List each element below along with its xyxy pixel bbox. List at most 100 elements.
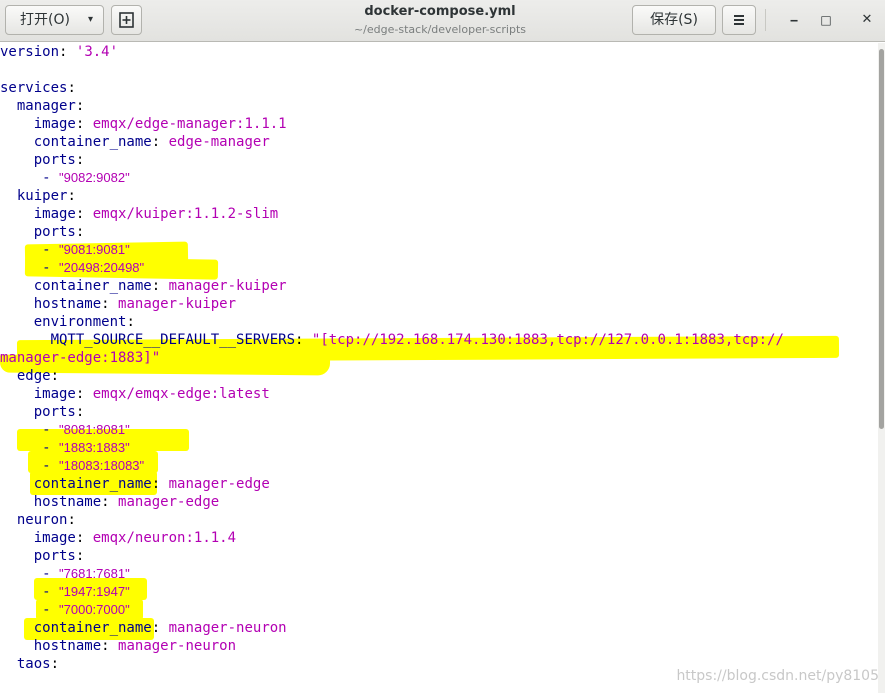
document-path: ~/edge-stack/developer-scripts: [353, 23, 527, 36]
code-line: - "1947:1947": [0, 583, 784, 601]
yaml-dash: -: [42, 242, 60, 258]
code-line: hostname: manager-edge: [0, 493, 784, 511]
yaml-colon: :: [75, 404, 85, 420]
yaml-list-item: "20498:20498": [59, 260, 145, 275]
yaml-value: manager-kuiper: [118, 296, 237, 312]
code-line: container_name: manager-neuron: [0, 619, 784, 637]
yaml-key: manager: [16, 98, 76, 114]
code-line: edge:: [0, 367, 784, 385]
code-line: - "9082:9082": [0, 169, 784, 187]
yaml-value: manager-kuiper: [168, 278, 287, 294]
yaml-colon: :: [50, 368, 60, 384]
yaml-key: kuiper: [16, 188, 68, 204]
yaml-colon: :: [151, 476, 161, 492]
yaml-key: hostname: [33, 494, 102, 510]
yaml-list-item: "7681:7681": [59, 566, 130, 581]
yaml-colon: :: [151, 278, 161, 294]
yaml-key: ports: [33, 404, 76, 420]
code-line: container_name: manager-edge: [0, 475, 784, 493]
yaml-dash: -: [42, 260, 60, 276]
yaml-key: image: [33, 116, 76, 132]
yaml-colon: :: [101, 638, 110, 654]
scrollbar-thumb[interactable]: [879, 49, 884, 429]
code-line: image: emqx/edge-manager:1.1.1: [0, 115, 784, 133]
yaml-key: taos: [16, 656, 51, 672]
yaml-value: emqx/kuiper:1.1.2-slim: [92, 206, 279, 222]
new-document-button[interactable]: [111, 5, 142, 35]
yaml-colon: :: [75, 530, 85, 546]
header-bar: 打开(O) ▾ docker-compose.yml ~/edge-stack/…: [0, 0, 885, 42]
close-icon[interactable]: ✕: [855, 8, 879, 32]
yaml-dash: -: [42, 422, 60, 438]
code-line: version: '3.4': [0, 43, 784, 61]
yaml-value: emqx/emqx-edge:latest: [92, 386, 270, 402]
new-document-icon: [119, 12, 134, 28]
maximize-icon[interactable]: □: [814, 8, 838, 32]
yaml-value: manager-neuron: [118, 638, 237, 654]
hamburger-menu-icon: [734, 15, 744, 25]
yaml-key: ports: [33, 152, 76, 168]
yaml-colon: :: [295, 332, 304, 348]
yaml-key: services: [0, 80, 68, 96]
yaml-colon: :: [101, 494, 110, 510]
code-line: manager-edge:1883]": [0, 349, 784, 367]
yaml-colon: :: [75, 224, 85, 240]
code-content[interactable]: version: '3.4' services: manager: image:…: [0, 43, 784, 673]
yaml-list-item: "8081:8081": [59, 422, 130, 437]
save-button[interactable]: 保存(S): [632, 5, 716, 35]
yaml-colon: :: [50, 656, 60, 672]
yaml-colon: :: [67, 512, 76, 528]
yaml-key: hostname: [33, 296, 102, 312]
code-line: environment:: [0, 313, 784, 331]
code-line: - "9081:9081": [0, 241, 784, 259]
yaml-key: MQTT_SOURCE__DEFAULT__SERVERS: [50, 332, 296, 348]
code-line: container_name: manager-kuiper: [0, 277, 784, 295]
yaml-key: container_name: [33, 134, 152, 150]
yaml-value: manager-neuron: [168, 620, 287, 636]
yaml-colon: :: [75, 152, 85, 168]
yaml-key: environment: [33, 314, 127, 330]
document-title: docker-compose.yml: [364, 4, 516, 19]
yaml-colon: :: [75, 98, 85, 114]
yaml-colon: :: [75, 206, 85, 222]
code-line: - "18083:18083": [0, 457, 784, 475]
yaml-dash: -: [42, 566, 60, 582]
yaml-dash: -: [42, 440, 60, 456]
yaml-value: '3.4': [75, 44, 119, 60]
code-line: hostname: manager-neuron: [0, 637, 784, 655]
yaml-key: image: [33, 530, 76, 546]
code-line: neuron:: [0, 511, 784, 529]
window-title-area: docker-compose.yml ~/edge-stack/develope…: [250, 4, 630, 37]
yaml-list-item: "1947:1947": [59, 584, 130, 599]
yaml-value: manager-edge: [168, 476, 270, 492]
yaml-key: hostname: [33, 638, 102, 654]
code-line: services:: [0, 79, 784, 97]
text-editor[interactable]: version: '3.4' services: manager: image:…: [0, 43, 878, 693]
yaml-colon: :: [59, 44, 68, 60]
yaml-value: manager-edge:1883]": [0, 350, 161, 366]
yaml-key: container_name: [33, 476, 152, 492]
code-line: ports:: [0, 223, 784, 241]
yaml-colon: :: [67, 80, 76, 96]
code-line: - "7681:7681": [0, 565, 784, 583]
yaml-dash: -: [42, 602, 60, 618]
vertical-scrollbar[interactable]: [878, 43, 885, 693]
open-button[interactable]: 打开(O) ▾: [5, 5, 104, 35]
yaml-key: version: [0, 44, 60, 60]
yaml-colon: :: [75, 116, 85, 132]
yaml-dash: -: [42, 584, 60, 600]
code-line: taos:: [0, 655, 784, 673]
yaml-colon: :: [67, 188, 76, 204]
code-line: - "8081:8081": [0, 421, 784, 439]
yaml-key: image: [33, 386, 76, 402]
yaml-key: image: [33, 206, 76, 222]
yaml-colon: :: [151, 620, 161, 636]
code-line: - "20498:20498": [0, 259, 784, 277]
yaml-value: "[tcp://192.168.174.130:1883,tcp://127.0…: [311, 332, 784, 348]
yaml-colon: :: [75, 548, 85, 564]
yaml-list-item: "9081:9081": [59, 242, 130, 257]
menu-button[interactable]: [722, 5, 756, 35]
yaml-list-item: "18083:18083": [59, 458, 145, 473]
minimize-icon[interactable]: ‒: [782, 8, 806, 32]
yaml-key: ports: [33, 224, 76, 240]
